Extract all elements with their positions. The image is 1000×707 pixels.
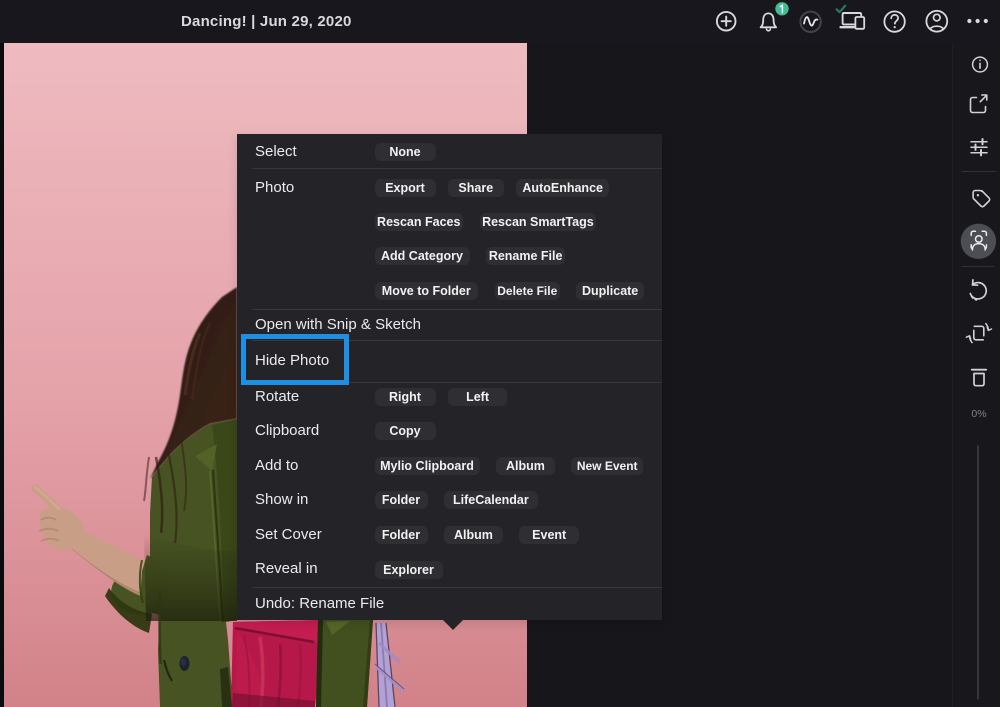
svg-text:0%: 0%: [971, 408, 986, 420]
